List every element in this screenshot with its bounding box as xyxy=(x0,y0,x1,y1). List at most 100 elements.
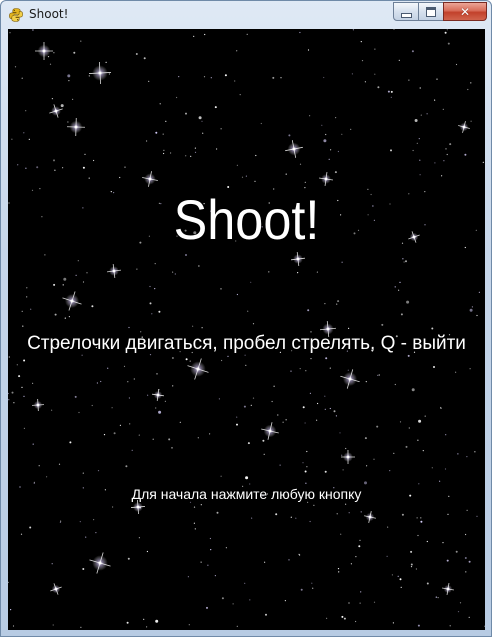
star-dot xyxy=(255,154,257,157)
game-canvas[interactable]: Shoot! Стрелочки двигаться, пробел стрел… xyxy=(8,29,485,630)
star-dot xyxy=(445,148,447,150)
star-dot xyxy=(26,296,28,298)
star-dot xyxy=(306,450,308,453)
starfield-background xyxy=(8,29,485,628)
star-dot xyxy=(352,29,354,31)
star-dot xyxy=(67,121,69,123)
star-dot xyxy=(185,155,187,157)
star-dot xyxy=(38,465,40,467)
star-dot xyxy=(143,618,145,620)
star-dot xyxy=(265,613,267,616)
maximize-button[interactable] xyxy=(418,2,444,21)
star-dot xyxy=(449,625,451,627)
star-dot xyxy=(469,308,473,312)
star-dot xyxy=(305,482,307,484)
star-dot xyxy=(119,424,121,426)
star-dot xyxy=(455,63,458,66)
star-sparkles xyxy=(31,41,470,595)
star-dot xyxy=(123,365,126,367)
star-dot xyxy=(337,300,340,303)
star-dot xyxy=(316,271,318,273)
star-dot xyxy=(340,533,342,535)
star-dot xyxy=(347,369,349,371)
star-dot xyxy=(204,33,206,36)
star-dot xyxy=(420,520,423,523)
star-dot xyxy=(442,108,444,110)
star-dot xyxy=(442,542,444,544)
star-dot xyxy=(138,537,140,539)
star-dot xyxy=(376,425,379,428)
star-dot xyxy=(387,90,390,93)
star-dot xyxy=(189,360,191,362)
star-dot xyxy=(325,133,327,136)
star-dot xyxy=(216,511,219,514)
minimize-button[interactable] xyxy=(393,2,419,21)
star-dot xyxy=(171,357,174,359)
star-dot xyxy=(203,76,206,78)
star-sparkle xyxy=(340,369,360,389)
star-dot xyxy=(163,149,165,151)
star-dot xyxy=(163,152,165,155)
star-dot xyxy=(111,407,113,409)
star-dot xyxy=(468,616,470,619)
star-dot xyxy=(210,549,212,551)
star-dot xyxy=(405,445,408,448)
star-dot xyxy=(154,263,156,265)
star-dot xyxy=(131,449,133,451)
star-dot xyxy=(282,421,284,423)
star-sparkle xyxy=(340,449,356,465)
star-dot xyxy=(113,432,116,435)
star-dot xyxy=(220,475,222,477)
star-dot xyxy=(88,75,90,77)
star-dot xyxy=(285,419,287,421)
star-dot xyxy=(17,164,19,166)
star-dot xyxy=(80,40,82,42)
star-dot xyxy=(210,77,212,79)
star-dot xyxy=(197,437,199,439)
star-sparkle xyxy=(261,422,279,440)
star-dot xyxy=(168,438,171,441)
star-dot xyxy=(146,626,148,628)
star-dot xyxy=(277,414,279,416)
star-dot xyxy=(25,167,27,169)
star-dot xyxy=(343,617,346,620)
star-dot xyxy=(436,78,438,80)
star-sparkle xyxy=(319,172,333,186)
star-sparkle xyxy=(290,251,306,267)
star-dot xyxy=(91,305,94,308)
star-dot xyxy=(446,29,448,31)
star-dot xyxy=(8,399,10,401)
star-dot xyxy=(135,53,138,55)
star-dot xyxy=(165,120,167,122)
star-dot xyxy=(79,521,81,523)
star-dot xyxy=(236,416,238,418)
title-bar[interactable]: Shoot! ✕ xyxy=(1,1,491,29)
close-button[interactable]: ✕ xyxy=(443,2,487,21)
star-dot xyxy=(341,261,343,263)
star-dot xyxy=(103,434,106,436)
star-dot xyxy=(323,139,327,143)
star-dot xyxy=(465,571,467,573)
star-dot xyxy=(440,407,442,409)
star-dot xyxy=(359,539,361,541)
star-sparkle xyxy=(364,511,376,523)
star-dot xyxy=(420,114,422,116)
star-dot xyxy=(415,568,417,570)
star-dot xyxy=(62,167,64,169)
star-dot xyxy=(337,568,340,570)
star-dot xyxy=(348,512,350,514)
star-dot xyxy=(288,559,290,561)
star-dot xyxy=(13,402,15,404)
star-dots xyxy=(8,29,485,628)
star-dot xyxy=(417,534,419,537)
star-dot xyxy=(400,586,402,589)
star-dot xyxy=(59,521,62,523)
star-dot xyxy=(133,378,135,380)
star-dot xyxy=(399,578,402,581)
star-dot xyxy=(330,149,332,151)
star-dot xyxy=(360,511,362,513)
star-dot xyxy=(14,66,17,68)
star-dot xyxy=(156,373,158,375)
star-dot xyxy=(304,470,307,473)
star-dot xyxy=(299,31,301,34)
